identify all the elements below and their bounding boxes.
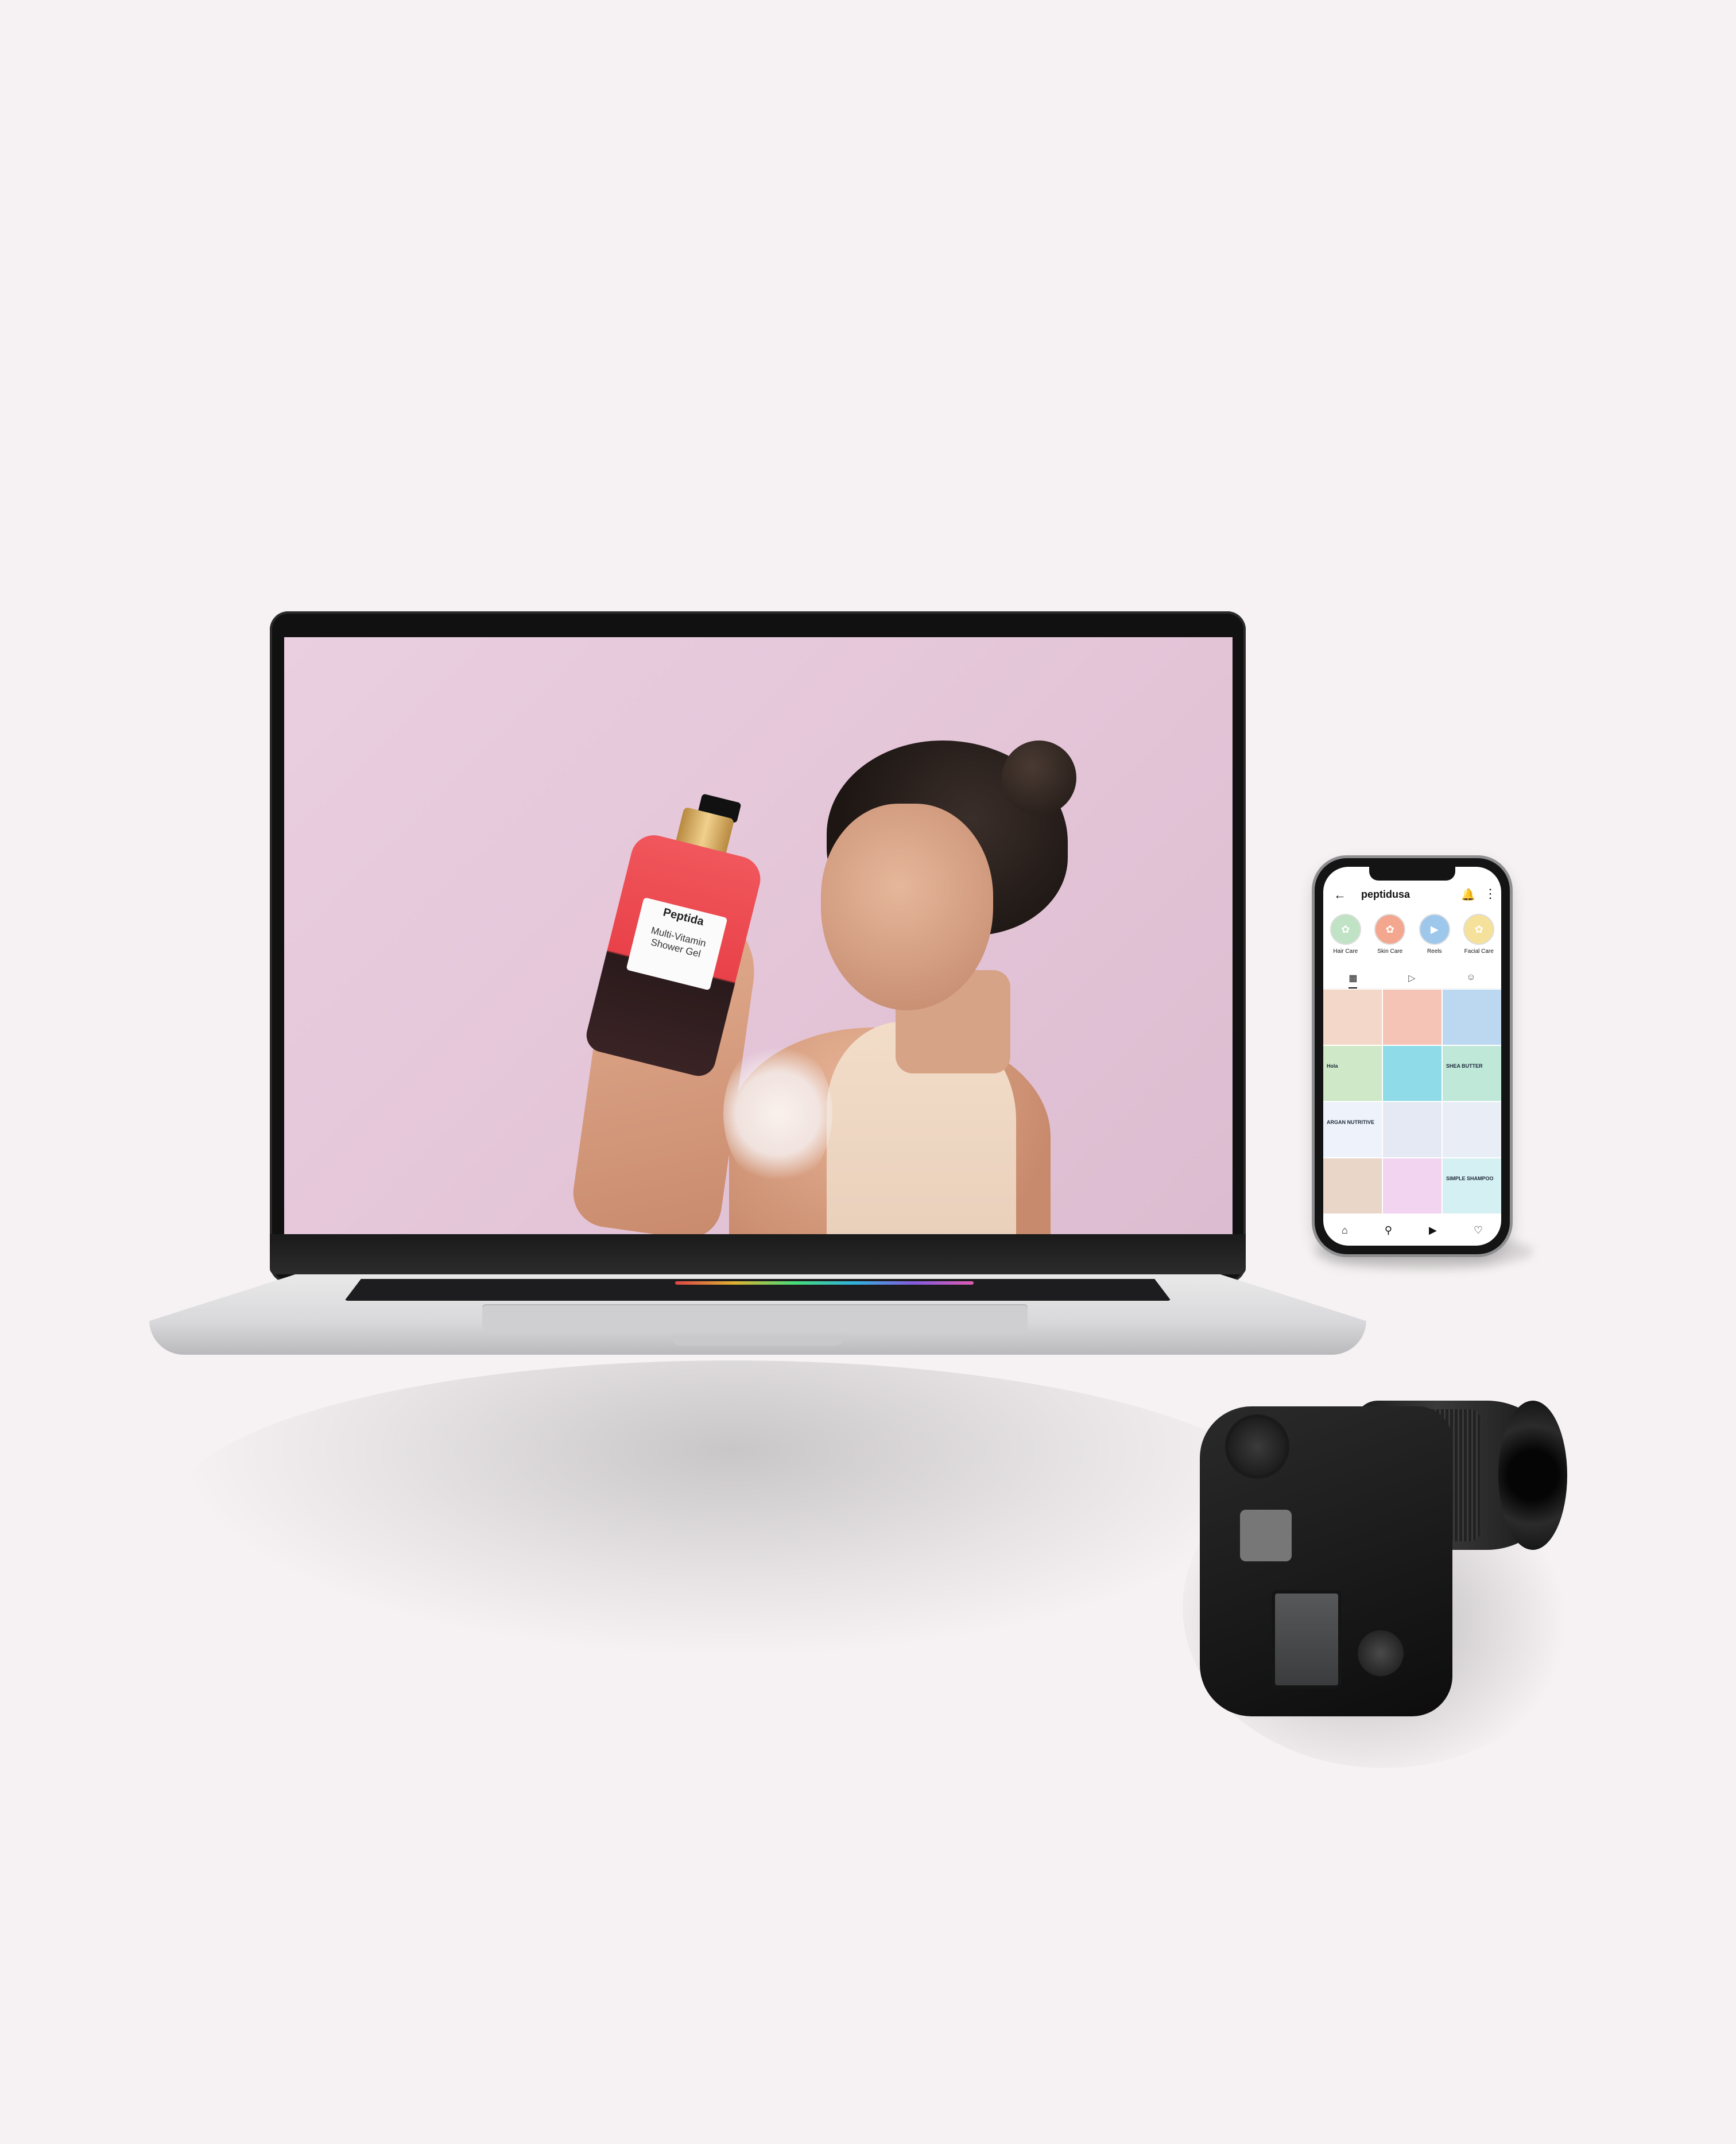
highlight-circle: ✿ [1374, 914, 1406, 945]
highlight-label: Reels [1427, 948, 1442, 955]
model-hair-bun [1002, 740, 1076, 815]
lid-notch [672, 1335, 844, 1346]
reels-icon[interactable]: ▷ [1408, 969, 1415, 988]
home-icon[interactable]: ⌂ [1342, 1224, 1348, 1236]
highlight-circle: ✿ [1330, 914, 1361, 945]
grid-post[interactable] [1383, 1102, 1442, 1157]
more-vertical-icon[interactable]: ⋮ [1484, 886, 1497, 901]
phone-notch [1369, 867, 1455, 881]
highlight-label: Skin Care [1377, 948, 1403, 955]
grid-post-text: Hola [1327, 1063, 1338, 1069]
search-icon[interactable]: ⚲ [1385, 1224, 1392, 1236]
grid-post[interactable]: SIMPLE SHAMPOO [1443, 1158, 1501, 1213]
shower-gel-bottle: Peptida Multi-Vitamin Shower Gel [583, 780, 777, 1080]
grid-post[interactable] [1323, 1158, 1382, 1213]
highlight-label: Hair Care [1333, 948, 1358, 955]
profile-username: peptidusa [1361, 889, 1410, 900]
grid-post[interactable] [1443, 990, 1501, 1045]
phone-screen: ← peptidusa 🔔 ⋮ ✿ Hair Care ✿ Skin Care … [1323, 867, 1501, 1246]
grid-post-text: SIMPLE SHAMPOO [1446, 1176, 1494, 1181]
tagged-icon[interactable]: ☺ [1466, 969, 1475, 988]
model-face [821, 804, 993, 1010]
grid-post[interactable]: SHEA BUTTER [1443, 1046, 1501, 1101]
keyboard-backlight [675, 1281, 974, 1285]
top-lcd [1272, 1590, 1342, 1689]
grid-post-text: ARGAN NUTRITIVE [1327, 1119, 1374, 1125]
mode-dial [1229, 1418, 1286, 1475]
highlight-circle: ✿ [1463, 914, 1495, 945]
soap-foam [723, 1039, 832, 1188]
highlight-skin-care[interactable]: ✿ Skin Care [1370, 914, 1409, 966]
grid-post-text: SHEA BUTTER [1446, 1063, 1483, 1069]
highlight-hair-care[interactable]: ✿ Hair Care [1326, 914, 1365, 966]
profile-tabs: ▦ ▷ ☺ [1323, 969, 1501, 989]
post-grid: Hola SHEA BUTTER ARGAN NUTRITIVE SIMPLE SHA… [1323, 990, 1501, 1213]
laptop-shadow [172, 1360, 1292, 1659]
shutter-button [1358, 1630, 1404, 1676]
heart-icon[interactable]: ♡ [1474, 1224, 1483, 1236]
highlight-reels[interactable]: ▶ Reels [1415, 914, 1454, 966]
story-highlights: ✿ Hair Care ✿ Skin Care ▶ Reels ✿ Facial… [1323, 914, 1501, 966]
highlight-label: Facial Care [1464, 948, 1494, 955]
trackpad [482, 1304, 1028, 1331]
hot-shoe [1240, 1510, 1292, 1561]
bottom-nav: ⌂ ⚲ ▶ ♡ [1323, 1218, 1501, 1242]
grid-post[interactable]: Hola [1323, 1046, 1382, 1101]
profile-header: ← peptidusa 🔔 ⋮ [1323, 884, 1501, 907]
reels-icon[interactable]: ▶ [1429, 1224, 1437, 1236]
highlight-circle: ▶ [1419, 914, 1450, 945]
grid-post[interactable] [1323, 990, 1382, 1045]
highlight-facial-care[interactable]: ✿ Facial Care [1459, 914, 1498, 966]
bell-icon[interactable]: 🔔 [1461, 887, 1475, 902]
grid-post[interactable] [1383, 990, 1442, 1045]
laptop-chin [270, 1234, 1246, 1274]
grid-post[interactable] [1443, 1102, 1501, 1157]
keyboard [344, 1279, 1171, 1301]
grid-post[interactable] [1383, 1046, 1442, 1101]
grid-icon[interactable]: ▦ [1348, 969, 1358, 988]
grid-post[interactable] [1383, 1158, 1442, 1213]
grid-post[interactable]: ARGAN NUTRITIVE [1323, 1102, 1382, 1157]
arrow-left-icon[interactable]: ← [1334, 887, 1346, 902]
lens-front-element [1498, 1401, 1567, 1550]
laptop-screen: Peptida Multi-Vitamin Shower Gel [284, 637, 1233, 1234]
